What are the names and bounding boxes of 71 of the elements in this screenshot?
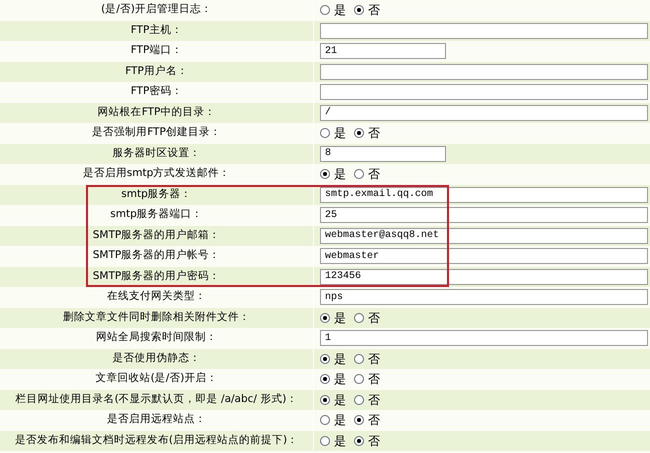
radio-option[interactable]: 否 (354, 308, 380, 327)
radio-button[interactable] (354, 5, 364, 16)
setting-label: smtp服务器端口： (110, 207, 203, 222)
input-field[interactable] (320, 84, 648, 100)
input-field[interactable]: 123456 (320, 268, 648, 285)
radio-button[interactable] (320, 128, 330, 138)
radio-option[interactable]: 是 (320, 350, 346, 368)
setting-label: 是否发布和编辑文档时远程发布(启用远程站点的前提下)： (14, 432, 298, 448)
input-field[interactable] (320, 64, 648, 80)
radio-button[interactable] (320, 374, 330, 384)
input-field[interactable]: 21 (320, 43, 446, 60)
radio-button[interactable] (354, 312, 364, 323)
setting-label: 是否强制用FTP创建目录： (92, 125, 221, 140)
radio-option[interactable]: 否 (354, 370, 380, 388)
radio-button[interactable] (320, 5, 330, 16)
radio-button[interactable] (354, 374, 364, 384)
radio-button[interactable] (354, 394, 364, 405)
radio-option[interactable]: 否 (354, 1, 380, 20)
setting-label: 删除文章文件同时删除相关附件文件： (63, 310, 250, 325)
radio-button[interactable] (320, 436, 330, 446)
input-field[interactable]: / (320, 104, 648, 121)
input-field[interactable]: nps (320, 289, 648, 306)
radio-option[interactable]: 是 (320, 390, 346, 409)
radio-button[interactable] (320, 312, 330, 323)
setting-label: SMTP服务器的用户帐号： (92, 248, 220, 264)
setting-label: SMTP服务器的用户邮箱： (92, 228, 220, 243)
setting-label: 栏目网址使用目录名(不显示默认页，即是 /a/abc/ 形式)： (16, 392, 298, 407)
input-field[interactable]: webmaster (320, 248, 648, 264)
radio-button[interactable] (354, 354, 364, 364)
radio-option[interactable]: 否 (354, 390, 380, 409)
setting-label: 文章回收站(是/否)开启： (96, 371, 218, 386)
input-field[interactable]: 25 (320, 207, 648, 224)
radio-button[interactable] (320, 354, 330, 364)
setting-label: (是/否)开启管理日志： (101, 2, 212, 18)
input-field[interactable]: 8 (320, 146, 446, 162)
setting-label: FTP用户名： (125, 64, 188, 79)
radio-option[interactable]: 是 (320, 432, 346, 450)
radio-option[interactable]: 是 (320, 165, 346, 184)
setting-label: 是否启用smtp方式发送邮件： (82, 166, 230, 182)
radio-option[interactable]: 否 (354, 165, 380, 184)
radio-button[interactable] (354, 128, 364, 138)
radio-button[interactable] (320, 394, 330, 405)
radio-button[interactable] (354, 415, 364, 426)
setting-label: smtp服务器： (121, 186, 192, 202)
setting-label: SMTP服务器的用户密码： (92, 268, 220, 284)
setting-label: 网站根在FTP中的目录： (98, 104, 216, 120)
radio-option[interactable]: 是 (320, 411, 346, 430)
radio-option[interactable]: 否 (354, 411, 380, 430)
setting-label: 是否启用远程站点： (107, 412, 206, 428)
setting-label: FTP密码： (130, 84, 182, 100)
setting-label: 网站全局搜索时间限制： (96, 330, 217, 346)
radio-button[interactable] (320, 169, 330, 180)
setting-label: 服务器时区设置： (112, 146, 200, 161)
radio-button[interactable] (354, 169, 364, 180)
input-field[interactable]: smtp.exmail.qq.com (320, 186, 648, 203)
radio-button[interactable] (354, 436, 364, 446)
input-field[interactable]: webmaster@asqq8.net (320, 228, 648, 244)
radio-option[interactable]: 否 (354, 432, 380, 450)
radio-option[interactable]: 是 (320, 1, 346, 20)
setting-label: 在线支付网关类型： (107, 289, 206, 304)
radio-button[interactable] (320, 415, 330, 426)
radio-option[interactable]: 是 (320, 308, 346, 327)
input-field[interactable]: 1 (320, 330, 648, 346)
input-field[interactable] (320, 22, 648, 39)
setting-label: 是否使用伪静态： (112, 350, 200, 366)
radio-option[interactable]: 否 (354, 124, 380, 142)
setting-label: FTP端口： (130, 43, 182, 58)
radio-option[interactable]: 是 (320, 124, 346, 142)
radio-option[interactable]: 否 (354, 350, 380, 368)
setting-label: FTP主机： (130, 22, 182, 38)
radio-option[interactable]: 是 (320, 370, 346, 388)
